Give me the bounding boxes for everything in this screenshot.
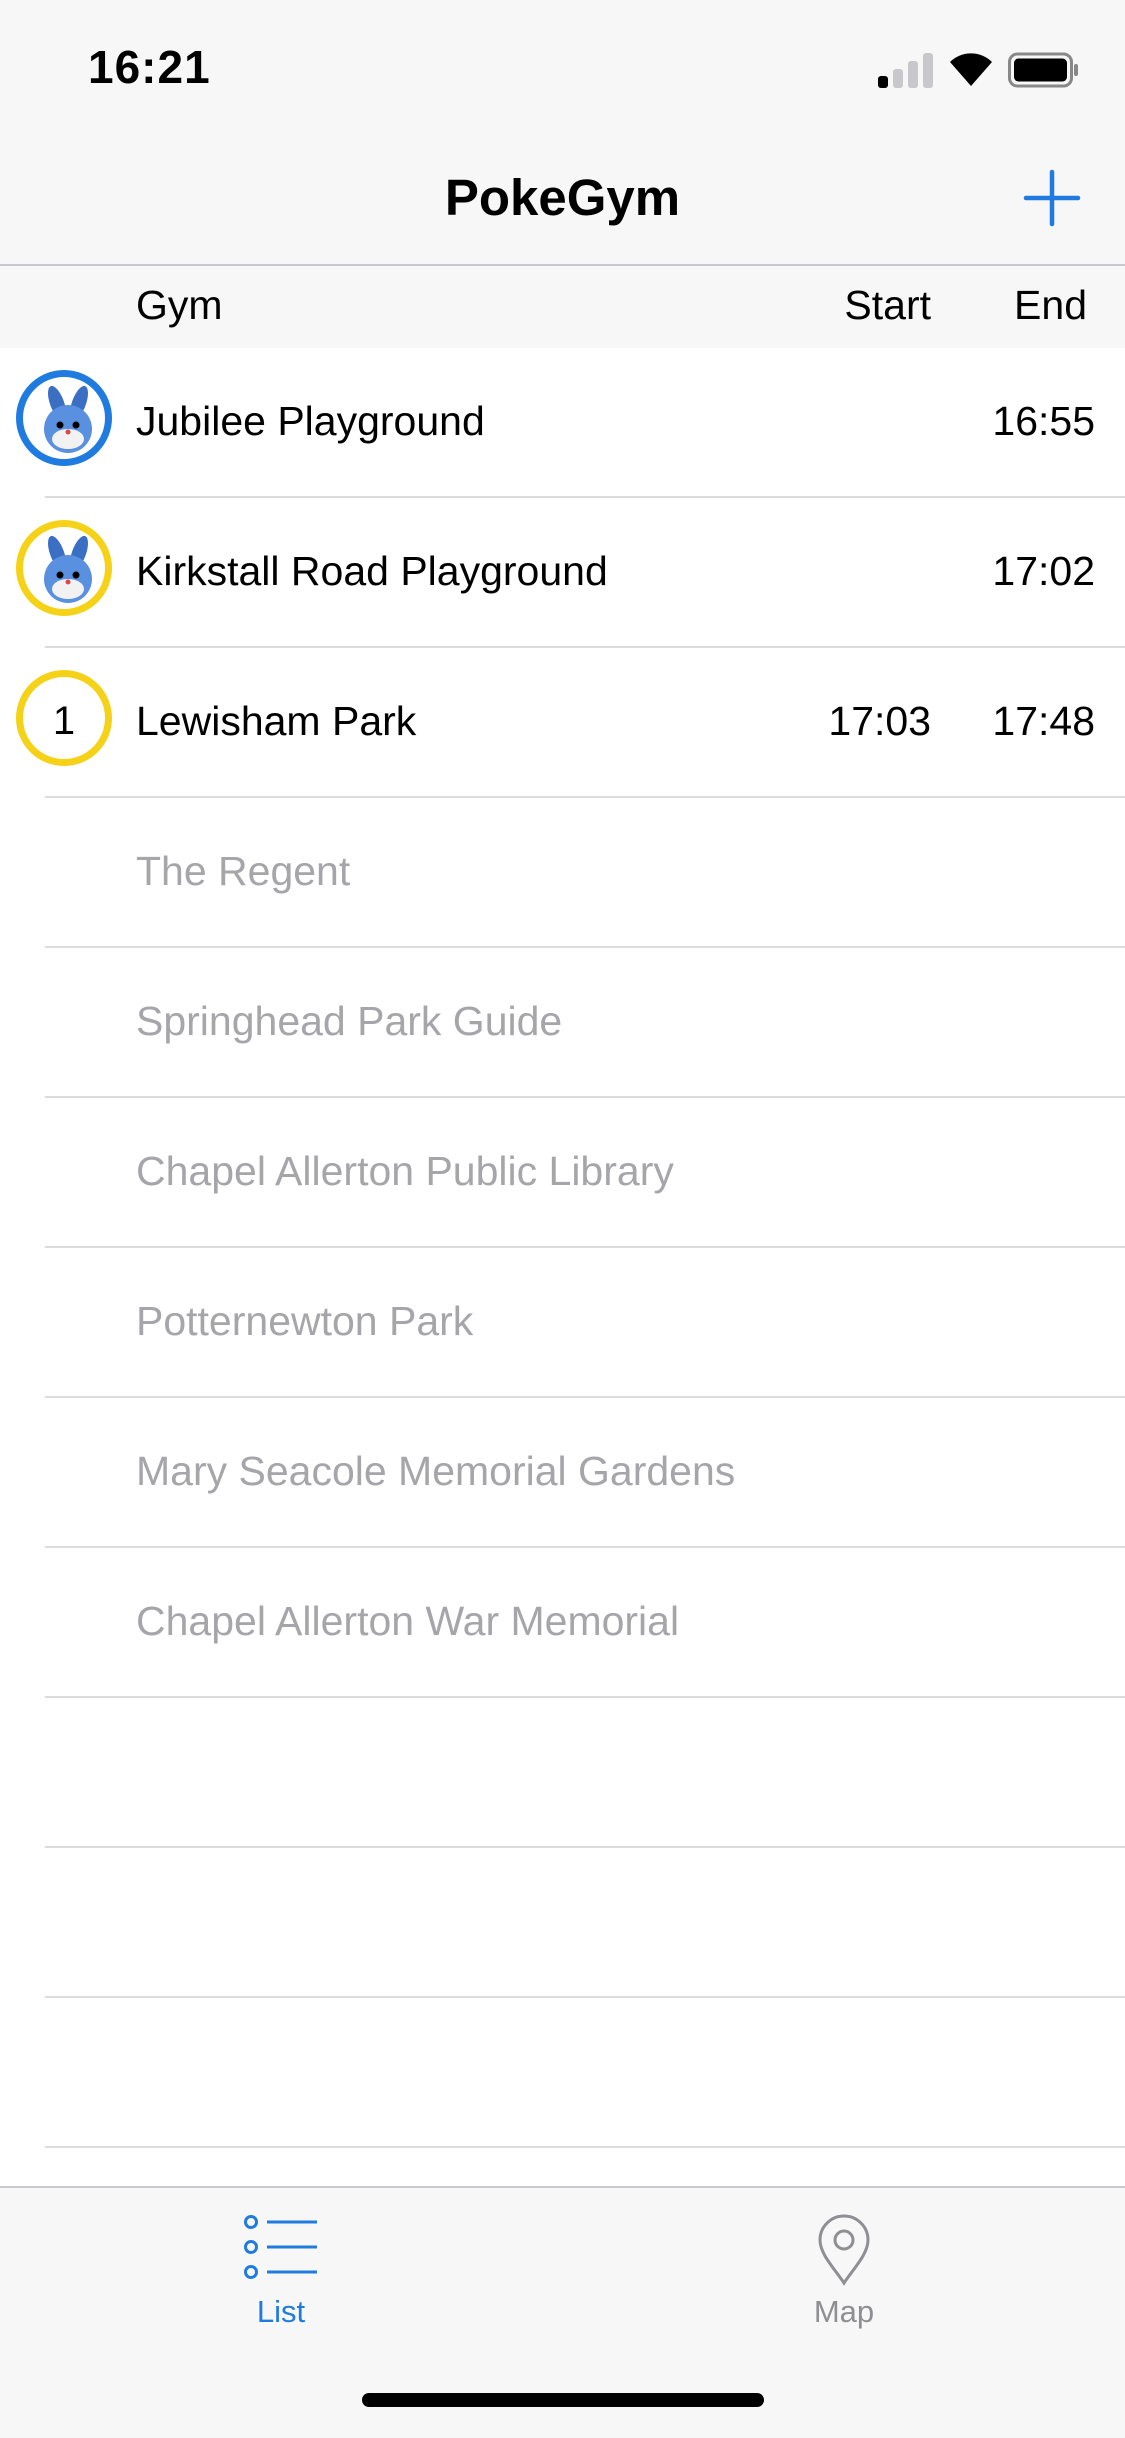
signal-icon xyxy=(878,52,934,88)
status-bar: 16:21 xyxy=(0,0,1125,132)
end-column-header: End xyxy=(1014,282,1087,328)
tab-list-label: List xyxy=(256,2294,306,2329)
navigation-bar: PokeGym xyxy=(0,132,1125,266)
gym-name: Springhead Park Guide xyxy=(136,998,563,1044)
pokemon-icon xyxy=(44,385,92,453)
status-time: 16:21 xyxy=(88,41,211,93)
gym-row[interactable]: Kirkstall Road Playground 17:02 xyxy=(0,498,1125,648)
tier-badge: 1 xyxy=(16,670,112,766)
empty-row xyxy=(0,1998,1125,2148)
gym-start-time: 17:03 xyxy=(828,698,931,744)
gym-list: Jubilee Playground 16:55 Kirkstall Road … xyxy=(0,348,1125,2148)
gym-row[interactable]: Mary Seacole Memorial Gardens xyxy=(0,1398,1125,1548)
column-header: Gym Start End xyxy=(0,266,1125,348)
gym-row[interactable]: Jubilee Playground 16:55 xyxy=(0,348,1125,498)
gym-row[interactable]: 1 Lewisham Park 17:03 17:48 xyxy=(0,648,1125,798)
page-title: PokeGym xyxy=(444,169,681,226)
gym-end-time: 17:48 xyxy=(992,698,1095,744)
wifi-icon xyxy=(950,53,992,86)
tab-map[interactable]: Map xyxy=(563,2188,1125,2338)
gym-name: The Regent xyxy=(136,848,351,894)
start-column-header: Start xyxy=(844,282,931,328)
gym-name: Potternewton Park xyxy=(136,1298,474,1344)
add-gym-button[interactable] xyxy=(1022,168,1082,228)
gym-row[interactable]: The Regent xyxy=(0,798,1125,948)
gym-end-time: 17:02 xyxy=(992,548,1095,594)
gym-name: Lewisham Park xyxy=(136,698,417,744)
gym-column-header: Gym xyxy=(136,282,223,328)
gym-row[interactable]: Chapel Allerton Public Library xyxy=(0,1098,1125,1248)
empty-row xyxy=(0,1848,1125,1998)
gym-name: Jubilee Playground xyxy=(136,398,485,444)
home-indicator xyxy=(362,2393,764,2407)
team-badge xyxy=(16,370,112,466)
gym-end-time: 16:55 xyxy=(992,398,1095,444)
gym-name: Chapel Allerton Public Library xyxy=(136,1148,674,1194)
map-pin-icon xyxy=(818,2214,870,2286)
battery-icon xyxy=(1008,52,1078,88)
team-badge xyxy=(16,520,112,616)
list-icon xyxy=(244,2215,317,2279)
gym-name: Mary Seacole Memorial Gardens xyxy=(136,1448,736,1494)
gym-row[interactable]: Chapel Allerton War Memorial xyxy=(0,1548,1125,1698)
empty-row xyxy=(0,1698,1125,1848)
tier-number: 1 xyxy=(52,699,76,743)
tab-list[interactable]: List xyxy=(0,2188,562,2338)
gym-row[interactable]: Potternewton Park xyxy=(0,1248,1125,1398)
tab-map-label: Map xyxy=(813,2294,875,2329)
gym-name: Chapel Allerton War Memorial xyxy=(136,1598,680,1644)
gym-row[interactable]: Springhead Park Guide xyxy=(0,948,1125,1098)
gym-name: Kirkstall Road Playground xyxy=(136,548,608,594)
pokemon-icon xyxy=(44,535,92,603)
